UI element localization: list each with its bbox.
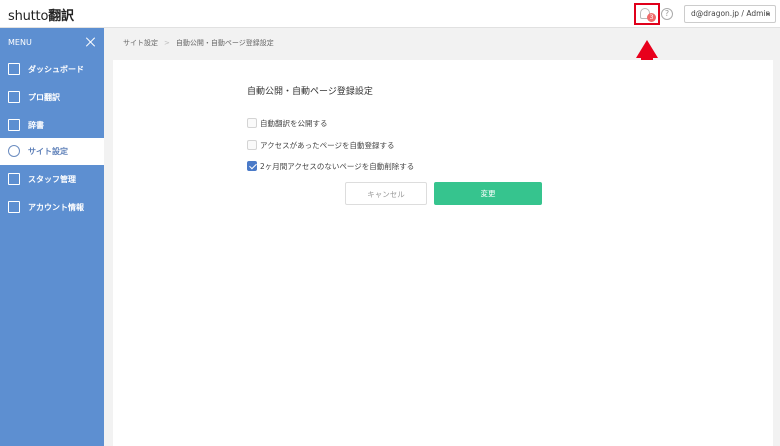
logo-sub: 翻訳: [48, 9, 74, 24]
cancel-button[interactable]: キャンセル: [345, 182, 427, 205]
breadcrumb-parent[interactable]: サイト設定: [123, 39, 158, 47]
save-button[interactable]: 変更: [434, 182, 542, 205]
page-title: 自動公開・自動ページ登録設定: [247, 87, 373, 97]
main-panel: [113, 60, 773, 446]
top-bar: shutto翻訳 3 ? d@dragon.jp / Admin: [0, 0, 780, 28]
sidebar-item-label: アカウント情報: [28, 203, 84, 212]
app-logo[interactable]: shutto翻訳: [8, 5, 74, 24]
logo-main: shutto: [8, 9, 49, 24]
sidebar-item-label: 辞書: [28, 121, 44, 130]
close-icon[interactable]: [85, 36, 97, 48]
user-label: d@dragon.jp / Admin: [691, 9, 771, 18]
document-icon: [8, 201, 20, 213]
sidebar-item-label: スタッフ管理: [28, 175, 76, 184]
option-label: 自動翻訳を公開する: [260, 119, 328, 128]
chevron-down-icon: [766, 13, 770, 16]
sidebar-item-staff[interactable]: スタッフ管理: [0, 166, 104, 193]
sidebar-item-dictionary[interactable]: 辞書: [0, 112, 104, 139]
sidebar-item-label: ダッシュボード: [28, 65, 84, 74]
help-icon[interactable]: ?: [661, 8, 673, 20]
sidebar-item-site-settings[interactable]: サイト設定: [0, 138, 104, 165]
grid-icon: [8, 91, 20, 103]
sidebar: MENU ダッシュボード プロ翻訳 辞書 サイト設定 スタッフ管理 アカウント情…: [0, 28, 104, 446]
notification-button[interactable]: 3: [634, 3, 660, 25]
checkbox[interactable]: [247, 118, 257, 128]
breadcrumb-current: 自動公開・自動ページ登録設定: [175, 39, 274, 47]
sidebar-item-label: サイト設定: [28, 147, 68, 156]
checkbox-checked[interactable]: [247, 161, 257, 171]
breadcrumb: サイト設定 > 自動公開・自動ページ登録設定: [123, 38, 274, 48]
book-icon: [8, 119, 20, 131]
notification-badge: 3: [647, 13, 656, 22]
gear-icon: [8, 145, 20, 157]
home-icon: [8, 63, 20, 75]
breadcrumb-separator-icon: >: [164, 39, 170, 47]
sidebar-item-label: プロ翻訳: [28, 93, 60, 102]
sidebar-item-pro-translation[interactable]: プロ翻訳: [0, 84, 104, 111]
option-label: アクセスがあったページを自動登録する: [260, 141, 395, 150]
user-dropdown[interactable]: d@dragon.jp / Admin: [684, 5, 776, 23]
option-label: 2ヶ月間アクセスのないページを自動削除する: [260, 162, 415, 171]
sidebar-item-account[interactable]: アカウント情報: [0, 194, 104, 221]
annotation-arrow-head: [636, 40, 658, 58]
sidebar-item-dashboard[interactable]: ダッシュボード: [0, 56, 104, 83]
users-icon: [8, 173, 20, 185]
checkbox[interactable]: [247, 140, 257, 150]
menu-label: MENU: [8, 38, 32, 47]
